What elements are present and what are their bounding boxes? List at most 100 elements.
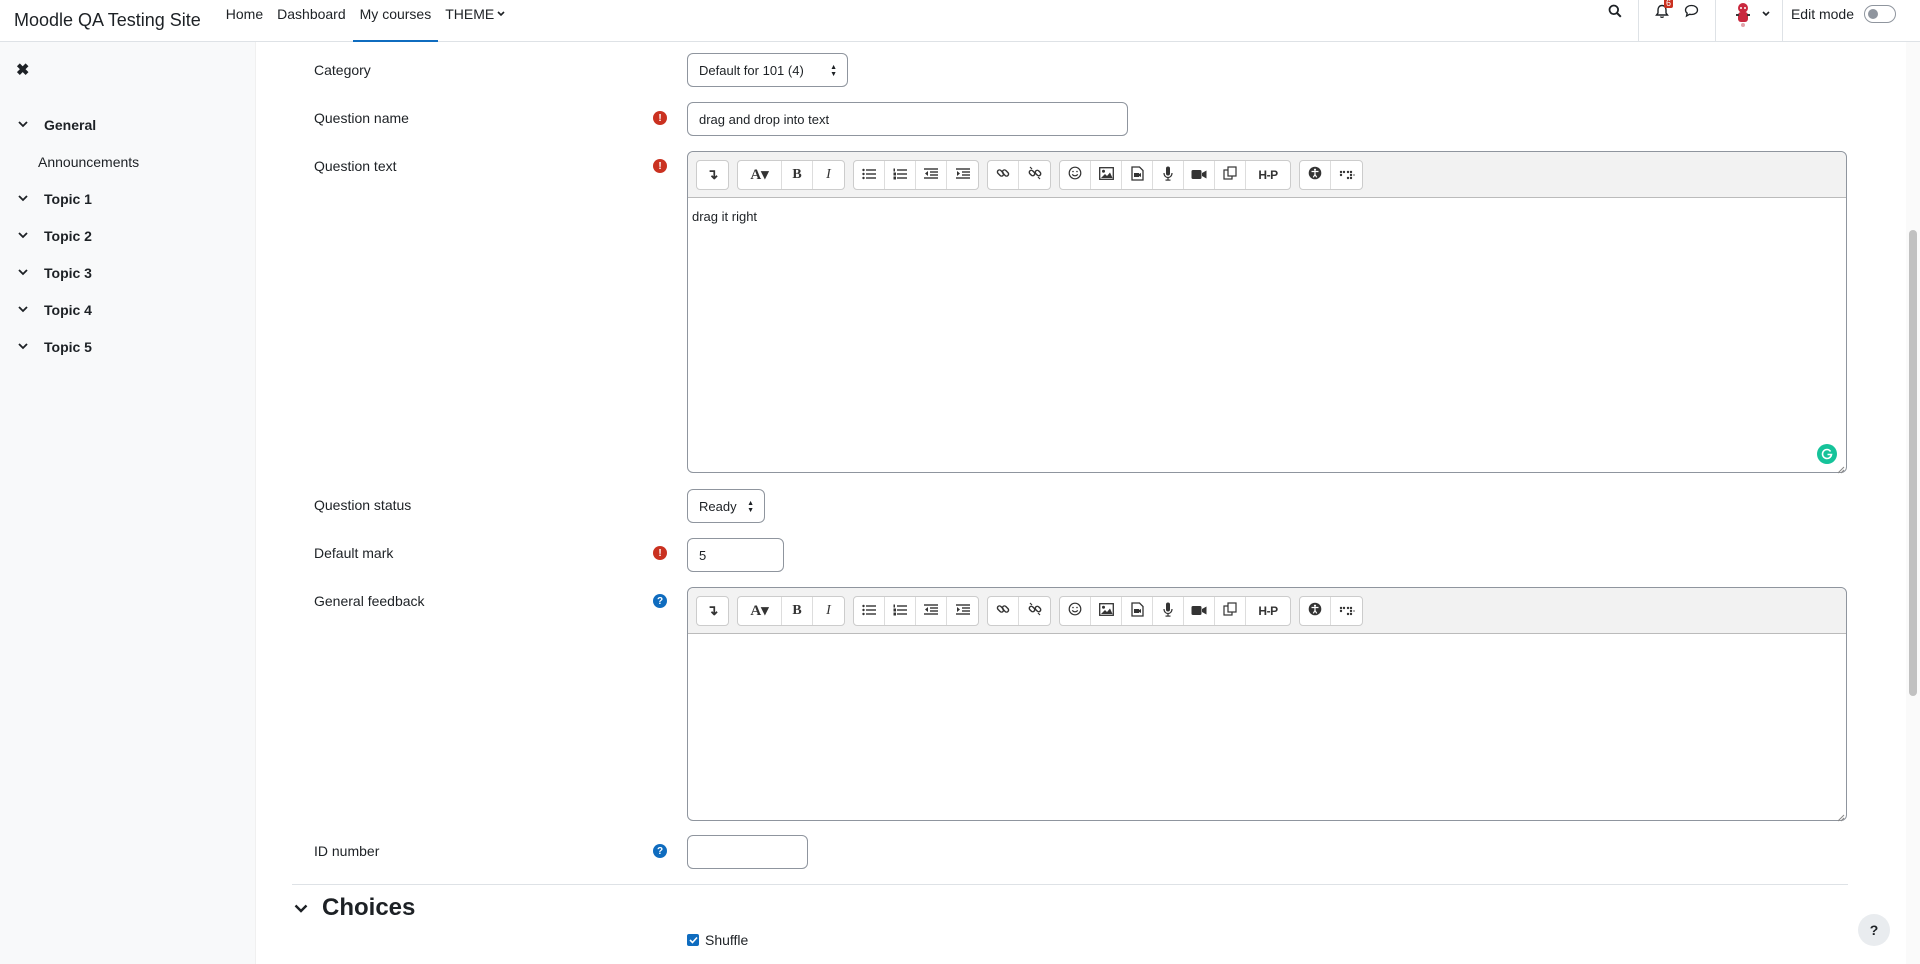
course-section-topic-1[interactable]: Topic 1 [0,180,256,217]
toolbar-group [853,595,979,626]
smiley-icon [1068,602,1082,619]
nav-theme[interactable]: THEME [438,0,512,42]
link-button[interactable] [988,596,1019,625]
editor-toolbar: ↴ A▾ B I H-P [688,152,1846,198]
chevron-down-icon [18,306,28,313]
braille-icon [1339,603,1355,619]
required-icon: ! [653,111,667,125]
italic-button[interactable]: I [813,597,844,625]
outdent-icon [924,167,938,183]
unlink-button[interactable] [1019,161,1050,189]
grammarly-icon[interactable] [1817,444,1837,464]
default-mark-input[interactable]: 5 [687,538,784,572]
collapse-toolbar-button[interactable]: ↴ [697,597,728,625]
choices-section-header[interactable]: Choices [294,894,415,922]
ordered-list-button[interactable] [885,596,916,625]
paragraph-styles-button[interactable]: A▾ [738,596,782,625]
braille-icon [1339,167,1355,183]
unordered-list-button[interactable] [854,596,885,625]
course-section-label: Topic 4 [44,301,92,318]
category-select-value: Default for 101 (4) [699,62,804,78]
nav-home[interactable]: Home [219,0,270,42]
resize-handle-icon[interactable] [1835,809,1845,822]
id-number-input[interactable] [687,835,808,869]
bold-button[interactable]: B [782,160,813,189]
help-icon[interactable]: ? [653,594,667,608]
course-section-general[interactable]: General [0,106,256,143]
nav-my-courses[interactable]: My courses [352,0,439,42]
manage-files-button[interactable] [1215,160,1246,189]
category-select[interactable]: Default for 101 (4) ▲ ▼ [687,53,848,87]
insert-image-button[interactable] [1091,596,1122,625]
nav-dashboard[interactable]: Dashboard [270,0,353,42]
accessibility-checker-button[interactable] [1300,160,1331,189]
question-text-content[interactable]: drag it right [688,198,1846,235]
indent-button[interactable] [947,597,978,625]
user-menu-button[interactable] [1724,0,1774,29]
search-icon [1608,4,1622,23]
resize-handle-icon[interactable] [1835,461,1845,474]
edit-mode-control: Edit mode [1791,4,1896,23]
editor-toolbar: ↴ A▾ B I H-P [688,588,1846,634]
unlink-icon [1028,602,1042,619]
smiley-icon [1068,166,1082,183]
record-video-button[interactable] [1184,596,1215,625]
shuffle-checkbox[interactable] [687,934,699,946]
link-button[interactable] [988,160,1019,189]
unlink-button[interactable] [1019,597,1050,625]
question-name-input[interactable]: drag and drop into text [687,102,1128,136]
unordered-list-button[interactable] [854,160,885,189]
emoticon-button[interactable] [1060,596,1091,625]
italic-button[interactable]: I [813,161,844,189]
screen-reader-helper-button[interactable] [1331,161,1362,189]
insert-media-button[interactable] [1122,160,1153,189]
close-drawer-button[interactable]: ✖ [16,60,29,80]
question-status-label: Question status [314,497,412,513]
manage-files-button[interactable] [1215,596,1246,625]
paragraph-styles-button[interactable]: A▾ [738,160,782,189]
nav-theme-label: THEME [445,5,495,22]
question-name-label: Question name [314,110,409,126]
emoticon-button[interactable] [1060,160,1091,189]
outdent-button[interactable] [916,160,947,189]
page-scrollbar-thumb[interactable] [1909,230,1917,696]
site-title[interactable]: Moodle QA Testing Site [14,10,201,31]
help-icon[interactable]: ? [653,844,667,858]
general-feedback-content[interactable] [688,634,1846,814]
record-audio-button[interactable] [1153,160,1184,189]
insert-media-button[interactable] [1122,596,1153,625]
indent-button[interactable] [947,161,978,189]
edit-mode-toggle[interactable] [1864,4,1896,23]
footer-help-button[interactable]: ? [1858,914,1890,946]
show-more-icon: ↴ [706,602,719,618]
course-section-topic-4[interactable]: Topic 4 [0,291,256,328]
course-section-label: General [44,116,97,133]
avatar [1727,0,1758,29]
ordered-list-button[interactable] [885,160,916,189]
course-section-topic-2[interactable]: Topic 2 [0,217,256,254]
insert-h5p-button[interactable]: H-P [1246,161,1290,189]
video-camera-icon [1191,603,1207,619]
question-status-select[interactable]: Ready ▲ ▼ [687,489,765,523]
messages-button[interactable] [1677,0,1707,28]
collapse-toolbar-button[interactable]: ↴ [697,161,728,189]
navbar-divider [1637,0,1639,42]
record-audio-button[interactable] [1153,596,1184,625]
bold-button[interactable]: B [782,596,813,625]
record-video-button[interactable] [1184,160,1215,189]
course-section-topic-3[interactable]: Topic 3 [0,254,256,291]
course-activity-announcements[interactable]: Announcements [0,143,256,180]
search-button[interactable] [1600,0,1630,28]
outdent-button[interactable] [916,596,947,625]
insert-h5p-button[interactable]: H-P [1246,597,1290,625]
course-section-topic-5[interactable]: Topic 5 [0,328,256,365]
notifications-button[interactable]: 6 [1647,0,1677,28]
font-style-icon: A▾ [750,603,769,619]
question-edit-form: Category Default for 101 (4) ▲ ▼ Question… [256,42,1906,964]
screen-reader-helper-button[interactable] [1331,597,1362,625]
accessibility-checker-button[interactable] [1300,596,1331,625]
accessibility-icon [1308,602,1322,619]
chevron-down-icon [497,10,505,17]
insert-image-button[interactable] [1091,160,1122,189]
question-status-value: Ready [699,498,737,514]
